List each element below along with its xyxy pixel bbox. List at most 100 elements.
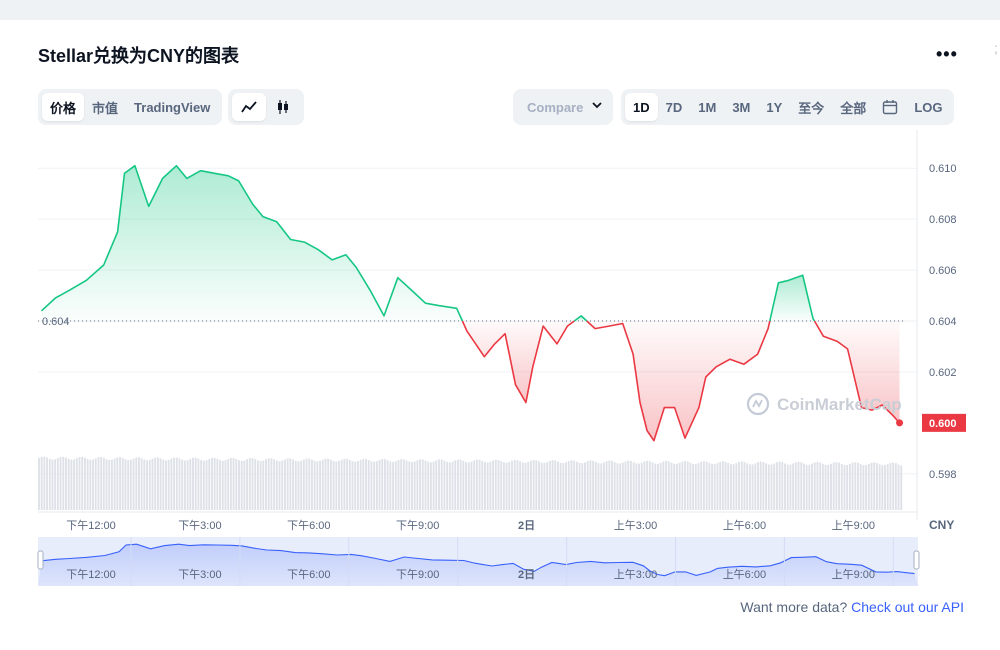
volume-bar: [378, 459, 381, 510]
baseline-label: 0.604: [42, 316, 70, 328]
volume-bar: [816, 461, 819, 510]
volume-bar: [329, 459, 332, 510]
range-3m[interactable]: 3M: [724, 93, 758, 121]
volume-bar: [108, 459, 111, 510]
navigator-handle[interactable]: [37, 550, 44, 570]
volume-bar: [327, 458, 330, 510]
volume-bar: [684, 460, 686, 510]
volume-bar: [481, 460, 484, 510]
volume-bar: [473, 460, 476, 510]
volume-bar: [881, 465, 884, 510]
volume-bar: [221, 460, 224, 510]
volume-bar: [113, 458, 116, 510]
api-link[interactable]: Check out our API: [851, 599, 964, 615]
volume-bar: [616, 463, 619, 510]
volume-bar: [743, 461, 746, 510]
volume-bar: [767, 464, 770, 510]
tab-tradingview[interactable]: TradingView: [126, 93, 218, 121]
volume-bar: [159, 458, 162, 510]
volume-bar: [894, 463, 897, 510]
range-7d[interactable]: 7D: [658, 93, 691, 121]
volume-bar: [267, 458, 270, 510]
volume-bar: [100, 456, 103, 510]
volume-bar: [205, 460, 208, 510]
volume-bar: [548, 460, 551, 510]
volume-bar: [751, 464, 754, 510]
volume-bar: [629, 461, 632, 510]
volume-bar: [832, 462, 835, 510]
volume-bar: [611, 460, 613, 510]
volume-bar: [156, 457, 159, 510]
volume-bar: [121, 458, 124, 510]
volume-bar: [605, 461, 608, 510]
compare-dropdown[interactable]: Compare: [513, 89, 613, 125]
volume-bar: [613, 462, 616, 510]
volume-bar: [843, 464, 846, 510]
more-options-icon[interactable]: •••: [936, 44, 958, 65]
volume-bar: [270, 458, 273, 510]
volume-bar: [170, 458, 173, 510]
volume-bar: [451, 461, 454, 510]
volume-bar: [375, 461, 378, 510]
chart-type-toggle: [228, 89, 304, 125]
volume-bar: [884, 465, 886, 510]
volume-bar: [492, 460, 495, 510]
volume-bar: [202, 460, 205, 510]
volume-bar: [351, 461, 354, 510]
volume-bar: [562, 463, 565, 510]
volume-bar: [762, 462, 765, 510]
tab-price[interactable]: 价格: [42, 93, 85, 121]
range-all[interactable]: 全部: [832, 93, 874, 121]
range-1y[interactable]: 1Y: [758, 93, 790, 121]
price-area-up: [41, 165, 463, 321]
volume-bar: [335, 461, 338, 510]
volume-bar: [135, 457, 138, 510]
volume-bar: [362, 458, 365, 510]
volume-bar: [381, 458, 384, 510]
volume-bar: [308, 458, 311, 510]
range-1d[interactable]: 1D: [625, 93, 658, 121]
y-tick-label: 0.602: [929, 367, 957, 379]
volume-bar: [584, 462, 586, 510]
log-scale-toggle[interactable]: LOG: [906, 93, 950, 121]
volume-bar: [38, 458, 40, 510]
volume-bar: [875, 462, 878, 510]
volume-bar: [646, 460, 649, 510]
volume-bar: [397, 460, 400, 510]
range-navigator[interactable]: 下午12:00 下午3:00 下午6:00 下午9:00 2日 上午3:00 上午6:00 上…: [37, 537, 920, 586]
navigator-tick-label: 下午9:00: [396, 568, 439, 581]
volume-bar: [670, 462, 673, 510]
y-tick-label: 0.606: [929, 265, 957, 277]
volume-bar: [694, 463, 697, 510]
tab-market-cap[interactable]: 市值: [84, 93, 126, 121]
volume-bar: [678, 462, 681, 510]
volume-bar: [757, 462, 759, 510]
volume-bar: [413, 461, 416, 510]
volume-bar: [219, 460, 222, 510]
coinmarketcap-watermark: CoinMarketCap: [746, 392, 902, 416]
candlestick-icon[interactable]: [266, 93, 300, 121]
volume-bar: [567, 460, 570, 510]
volume-bar: [565, 462, 568, 510]
line-chart-icon[interactable]: [232, 93, 266, 121]
volume-bar: [592, 460, 595, 510]
calendar-icon[interactable]: [874, 93, 906, 121]
volume-bar: [654, 463, 657, 510]
range-1m[interactable]: 1M: [690, 93, 724, 121]
volume-bar: [340, 459, 343, 510]
volume-bar: [148, 459, 151, 510]
volume-bar: [348, 459, 351, 510]
navigator-tick-label: 下午12:00: [66, 568, 116, 581]
volume-bar: [594, 461, 597, 510]
volume-bar: [321, 459, 324, 510]
volume-bar: [686, 461, 689, 510]
volume-bar: [532, 459, 535, 510]
volume-bar: [711, 463, 713, 510]
volume-bar: [286, 458, 289, 510]
volume-bar: [521, 462, 524, 510]
volume-bar: [851, 462, 854, 510]
range-ytd[interactable]: 至今: [790, 93, 832, 121]
navigator-handle[interactable]: [913, 550, 920, 570]
volume-bar: [600, 463, 603, 510]
volume-bar: [416, 460, 419, 510]
